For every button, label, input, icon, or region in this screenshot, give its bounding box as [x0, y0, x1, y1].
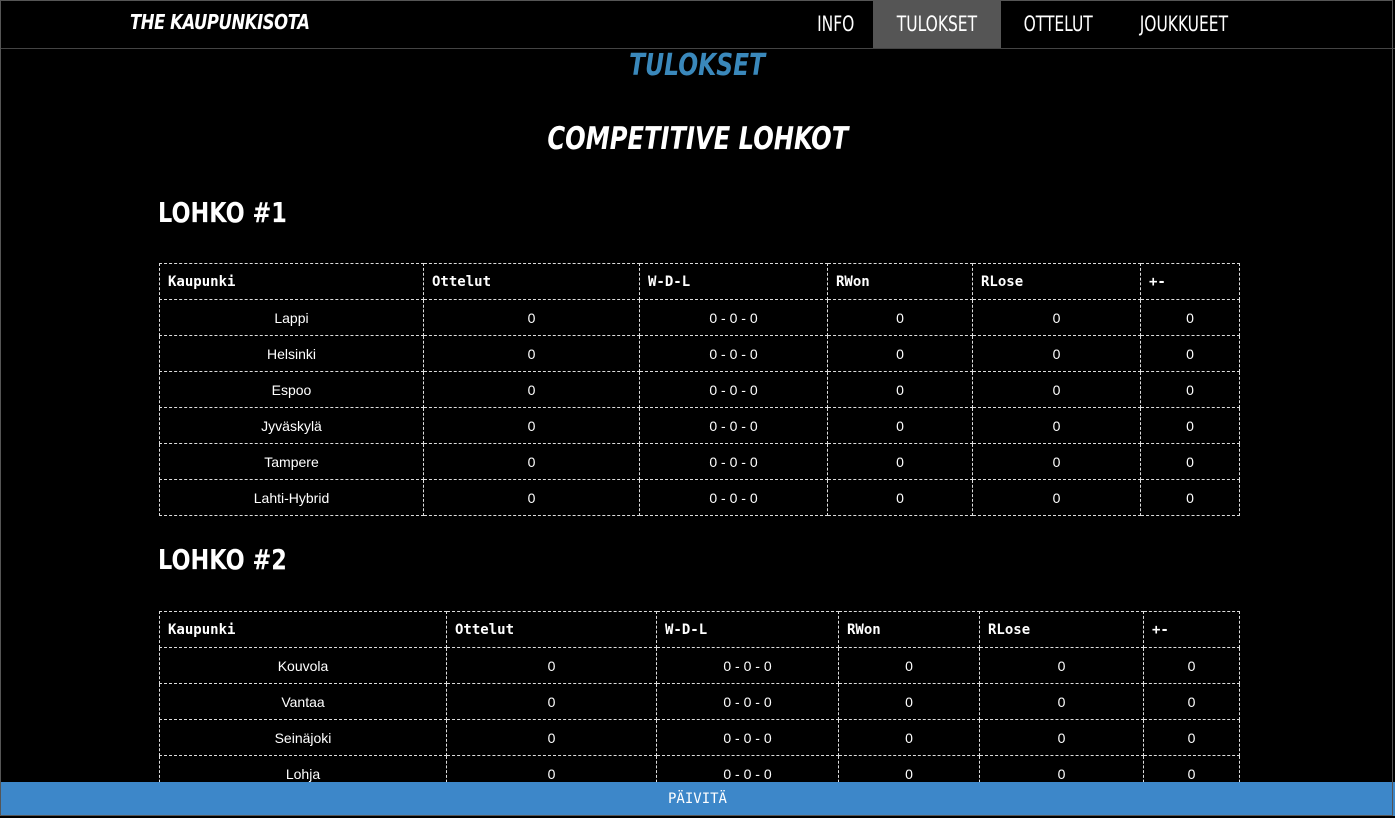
- cell-city: Seinäjoki: [159, 719, 447, 756]
- cell-rounds-lost: 0: [972, 335, 1141, 372]
- table-row: Helsinki 0 0 - 0 - 0000: [159, 335, 1240, 372]
- cell-matches: 0: [446, 719, 657, 756]
- column-header-rwon: RWon: [827, 263, 973, 300]
- cell-diff: 0: [1143, 683, 1240, 720]
- cell-city: Jyväskylä: [159, 407, 424, 444]
- column-header-diff: +-: [1143, 611, 1240, 648]
- table-row: Vantaa 0 0 - 0 - 0000: [159, 683, 1240, 720]
- cell-rounds-won: 0: [827, 299, 973, 336]
- cell-rounds-lost: 0: [972, 407, 1141, 444]
- table-row: Espoo 0 0 - 0 - 0000: [159, 371, 1240, 408]
- table-body: Lappi 0 0 - 0 - 0 0 0 0 Helsinki 0 0 - 0 - 0000E…: [159, 299, 1240, 516]
- refresh-button[interactable]: PÄIVITÄ: [0, 782, 1395, 816]
- cell-wdl: 0 - 0 - 0: [639, 371, 828, 408]
- column-header-diff: +-: [1140, 263, 1240, 300]
- cell-rounds-won: 0: [838, 647, 980, 684]
- nav-item-tulokset[interactable]: TULOKSET: [873, 0, 1001, 48]
- cell-diff: 0: [1143, 647, 1240, 684]
- top-navbar: THE KAUPUNKISOTA INFO TULOKSET OTTELUT J…: [0, 0, 1395, 49]
- column-header-kaupunki: Kaupunki: [159, 611, 447, 648]
- cell-city: Tampere: [159, 443, 424, 480]
- cell-wdl: 0 - 0 - 0: [656, 683, 839, 720]
- nav-item-ottelut[interactable]: OTTELUT: [1001, 0, 1115, 48]
- cell-matches: 0: [423, 407, 640, 444]
- cell-wdl: 0 - 0 - 0: [639, 479, 828, 516]
- cell-city: Lappi: [159, 299, 424, 336]
- column-header-ottelut: Ottelut: [446, 611, 657, 648]
- cell-matches: 0: [446, 683, 657, 720]
- main-nav: INFO TULOKSET OTTELUT JOUKKUEET: [798, 0, 1253, 48]
- cell-diff: 0: [1140, 407, 1240, 444]
- cell-city: Kouvola: [159, 647, 447, 684]
- table-row: Tampere 0 0 - 0 - 0000: [159, 443, 1240, 480]
- table-row: Seinäjoki 0 0 - 0 - 0000: [159, 719, 1240, 756]
- site-logo[interactable]: THE KAUPUNKISOTA: [130, 10, 310, 34]
- column-header-kaupunki: Kaupunki: [159, 263, 424, 300]
- cell-rounds-won: 0: [827, 407, 973, 444]
- cell-rounds-won: 0: [827, 479, 973, 516]
- cell-diff: 0: [1143, 719, 1240, 756]
- cell-wdl: 0 - 0 - 0: [639, 407, 828, 444]
- cell-wdl: 0 - 0 - 0: [639, 443, 828, 480]
- cell-diff: 0: [1140, 479, 1240, 516]
- cell-matches: 0: [423, 299, 640, 336]
- column-header-ottelut: Ottelut: [423, 263, 640, 300]
- group-title-2: LOHKO #2: [158, 543, 287, 576]
- cell-rounds-won: 0: [838, 719, 980, 756]
- column-header-rlose: RLose: [979, 611, 1144, 648]
- cell-rounds-lost: 0: [979, 719, 1144, 756]
- cell-rounds-won: 0: [827, 371, 973, 408]
- cell-rounds-lost: 0: [972, 443, 1141, 480]
- group-title-1: LOHKO #1: [158, 196, 287, 229]
- section-title: COMPETITIVE LOHKOT: [547, 121, 848, 157]
- cell-rounds-lost: 0: [972, 371, 1141, 408]
- cell-city: Helsinki: [159, 335, 424, 372]
- cell-city: Espoo: [159, 371, 424, 408]
- cell-rounds-won: 0: [838, 683, 980, 720]
- cell-diff: 0: [1140, 443, 1240, 480]
- cell-wdl: 0 - 0 - 0: [639, 299, 828, 336]
- cell-wdl: 0 - 0 - 0: [639, 335, 828, 372]
- cell-matches: 0: [423, 443, 640, 480]
- cell-rounds-lost: 0: [972, 479, 1141, 516]
- cell-rounds-lost: 0: [972, 299, 1141, 336]
- cell-matches: 0: [423, 335, 640, 372]
- cell-rounds-lost: 0: [979, 683, 1144, 720]
- page-title: TULOKSET: [629, 48, 766, 83]
- table-row: Jyväskylä 0 0 - 0 - 0000: [159, 407, 1240, 444]
- table-row: Lahti-Hybrid 0 0 - 0 - 0000: [159, 479, 1240, 516]
- standings-table-2: Kaupunki Ottelut W-D-L RWon RLose +- Kou…: [159, 611, 1240, 792]
- table-header-row: Kaupunki Ottelut W-D-L RWon RLose +-: [159, 263, 1240, 300]
- cell-diff: 0: [1140, 371, 1240, 408]
- cell-wdl: 0 - 0 - 0: [656, 647, 839, 684]
- column-header-rlose: RLose: [972, 263, 1141, 300]
- table-row: Lappi 0 0 - 0 - 0000: [159, 299, 1240, 336]
- table-body: Kouvola 0 0 - 0 - 0 0 0 0 Vantaa 0 0 - 0 - 0000S…: [159, 647, 1240, 792]
- cell-wdl: 0 - 0 - 0: [656, 719, 839, 756]
- nav-item-info[interactable]: INFO: [798, 0, 873, 48]
- cell-rounds-won: 0: [827, 443, 973, 480]
- cell-matches: 0: [423, 371, 640, 408]
- table-row: Kouvola 0 0 - 0 - 0000: [159, 647, 1240, 684]
- cell-matches: 0: [423, 479, 640, 516]
- cell-rounds-lost: 0: [979, 647, 1144, 684]
- standings-table-1: Kaupunki Ottelut W-D-L RWon RLose +- Lap…: [159, 263, 1240, 516]
- column-header-rwon: RWon: [838, 611, 980, 648]
- cell-city: Lahti-Hybrid: [159, 479, 424, 516]
- cell-rounds-won: 0: [827, 335, 973, 372]
- cell-city: Vantaa: [159, 683, 447, 720]
- cell-diff: 0: [1140, 299, 1240, 336]
- cell-diff: 0: [1140, 335, 1240, 372]
- column-header-wdl: W-D-L: [639, 263, 828, 300]
- table-header-row: Kaupunki Ottelut W-D-L RWon RLose +-: [159, 611, 1240, 648]
- nav-item-joukkueet[interactable]: JOUKKUEET: [1115, 0, 1253, 48]
- cell-matches: 0: [446, 647, 657, 684]
- column-header-wdl: W-D-L: [656, 611, 839, 648]
